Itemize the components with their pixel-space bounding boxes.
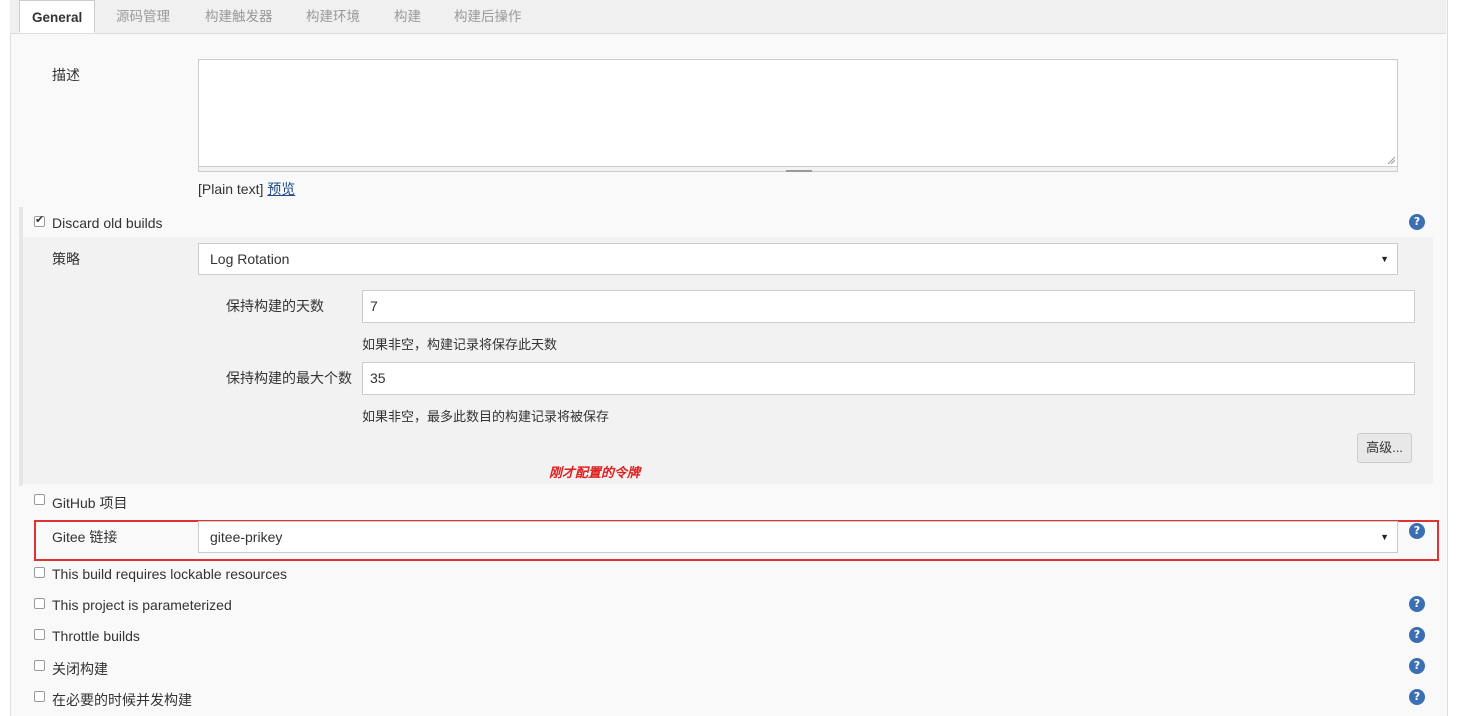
description-label: 描述: [52, 67, 80, 83]
plain-text-label: [Plain text]: [198, 181, 264, 197]
discard-old-builds-checkbox[interactable]: [34, 213, 45, 227]
parameterized-label: This project is parameterized: [52, 597, 232, 613]
lockable-resources-checkbox[interactable]: [34, 567, 45, 578]
throttle-help-icon[interactable]: ?: [1409, 627, 1425, 643]
resize-handle-icon[interactable]: [1387, 156, 1395, 164]
gitee-connection-value: gitee-prikey: [210, 529, 283, 545]
strategy-label: 策略: [52, 251, 80, 267]
days-to-keep-input[interactable]: 7: [362, 290, 1415, 323]
strategy-select[interactable]: Log Rotation ▼: [198, 243, 1398, 275]
preview-link[interactable]: 预览: [267, 181, 295, 197]
parameterized-checkbox[interactable]: [34, 598, 45, 609]
tab-build[interactable]: 构建: [394, 0, 421, 33]
max-builds-label: 保持构建的最大个数: [226, 370, 352, 386]
gitee-connection-label: Gitee 链接: [52, 529, 118, 545]
grip-lines-icon: [786, 170, 812, 172]
tab-build-triggers[interactable]: 构建触发器: [205, 0, 273, 33]
tab-build-environment[interactable]: 构建环境: [306, 0, 360, 33]
strategy-value: Log Rotation: [210, 251, 290, 267]
tab-post-build-actions[interactable]: 构建后操作: [454, 0, 522, 33]
disable-build-label: 关闭构建: [52, 661, 108, 677]
chevron-down-icon: ▼: [1380, 532, 1389, 542]
parameterized-help-icon[interactable]: ?: [1409, 596, 1425, 612]
github-project-label: GitHub 项目: [52, 495, 128, 511]
concurrent-build-label: 在必要的时候并发构建: [52, 692, 192, 708]
discard-old-builds-label: Discard old builds: [52, 215, 163, 231]
disable-build-help-icon[interactable]: ?: [1409, 658, 1425, 674]
disable-build-checkbox[interactable]: [34, 660, 45, 671]
concurrent-help-icon[interactable]: ?: [1409, 689, 1425, 705]
gitee-help-icon[interactable]: ?: [1409, 523, 1425, 539]
chevron-down-icon: ▼: [1380, 254, 1389, 264]
concurrent-build-checkbox[interactable]: [34, 691, 45, 702]
days-to-keep-hint: 如果非空，构建记录将保存此天数: [362, 337, 558, 352]
days-to-keep-label: 保持构建的天数: [226, 298, 324, 314]
throttle-builds-checkbox[interactable]: [34, 629, 45, 640]
max-builds-input[interactable]: 35: [362, 362, 1415, 395]
description-textarea[interactable]: [198, 59, 1398, 167]
description-format-row: [Plain text] 预览: [198, 179, 295, 199]
github-project-checkbox[interactable]: [34, 494, 45, 505]
throttle-builds-label: Throttle builds: [52, 628, 140, 644]
lockable-resources-label: This build requires lockable resources: [52, 566, 287, 582]
advanced-button[interactable]: 高级...: [1357, 433, 1412, 463]
discard-help-icon[interactable]: ?: [1409, 214, 1425, 230]
annotation-note: 刚才配置的令牌: [549, 465, 641, 480]
max-builds-hint: 如果非空，最多此数目的构建记录将被保存: [362, 409, 610, 424]
tab-source-management[interactable]: 源码管理: [116, 0, 170, 33]
tab-general[interactable]: General: [19, 0, 95, 33]
gitee-connection-select[interactable]: gitee-prikey ▼: [198, 521, 1398, 553]
